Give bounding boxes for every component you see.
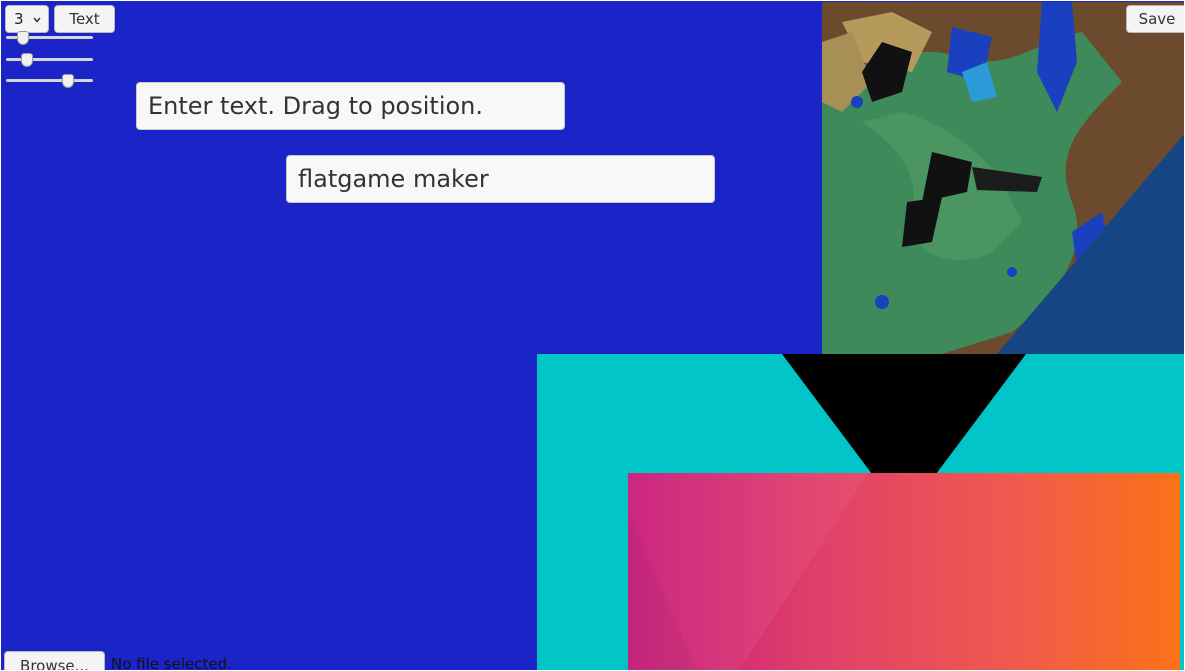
photo-layer[interactable] — [822, 2, 1184, 354]
slider-thumb[interactable] — [62, 74, 74, 88]
save-button[interactable]: Save — [1126, 5, 1184, 33]
slider-thumb[interactable] — [21, 53, 33, 67]
text-field-1[interactable]: Enter text. Drag to position. — [136, 82, 565, 130]
chevron-down-icon — [33, 17, 41, 23]
text-field-2[interactable]: flatgame maker — [286, 155, 715, 203]
black-triangle-layer[interactable] — [782, 354, 1026, 474]
gradient-overlay — [628, 473, 868, 670]
file-status: No file selected. — [111, 655, 232, 671]
gradient-layer[interactable] — [628, 473, 1180, 670]
canvas-stage[interactable]: 3 Text Save Enter text. Drag to position… — [0, 0, 1185, 671]
browse-button[interactable]: Browse... — [4, 651, 105, 670]
layer-select[interactable]: 3 — [5, 5, 49, 33]
slider-thumb[interactable] — [17, 31, 29, 45]
layer-select-value: 3 — [14, 10, 24, 28]
slider-2[interactable] — [6, 53, 93, 67]
slider-1[interactable] — [6, 31, 93, 45]
slider-3[interactable] — [6, 74, 93, 88]
slider-track — [6, 58, 93, 61]
slider-track — [6, 79, 93, 82]
photo-texture — [822, 2, 1184, 354]
add-text-button[interactable]: Text — [54, 5, 115, 33]
